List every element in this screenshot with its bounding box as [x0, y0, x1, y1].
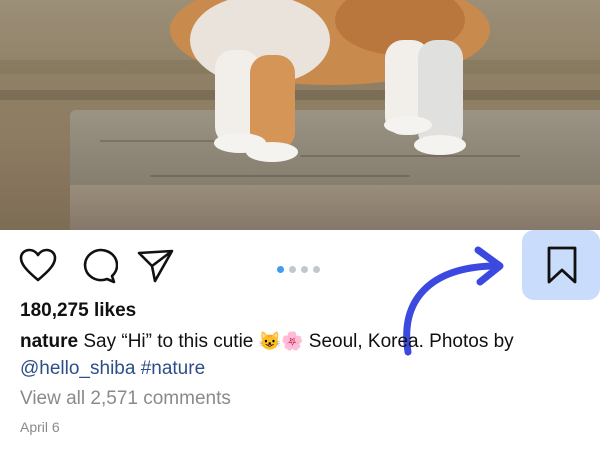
carousel-dot [313, 266, 320, 273]
heart-icon [19, 248, 57, 282]
likes-count[interactable]: 180,275 likes [20, 300, 136, 322]
caption-text-location: Seoul, Korea. Photos by [308, 331, 514, 352]
carousel-indicator [277, 260, 325, 278]
carousel-dot [301, 266, 308, 273]
mention-link[interactable]: @hello_shiba [20, 358, 135, 379]
save-button[interactable] [541, 244, 583, 286]
caption-username[interactable]: nature [20, 331, 78, 352]
comment-button[interactable] [78, 246, 118, 286]
carousel-dot [289, 266, 296, 273]
blossom-emoji: 🌸 [281, 331, 304, 351]
comment-icon [83, 248, 118, 284]
bookmark-icon [547, 246, 577, 284]
view-comments-link[interactable]: View all 2,571 comments [20, 388, 231, 410]
carousel-dot-active [277, 266, 284, 273]
caption-text: Say “Hi” to this cutie [83, 331, 254, 352]
post-photo[interactable] [0, 0, 600, 230]
hashtag-link[interactable]: #nature [141, 358, 205, 379]
send-icon [137, 249, 174, 283]
post-date: April 6 [20, 419, 60, 435]
cat-emoji: 😺 [258, 331, 282, 351]
like-button[interactable] [18, 246, 58, 286]
puppy-illustration [170, 0, 490, 162]
share-button[interactable] [136, 246, 176, 286]
post-caption: nature Say “Hi” to this cutie 😺🌸 Seoul, … [20, 328, 580, 382]
